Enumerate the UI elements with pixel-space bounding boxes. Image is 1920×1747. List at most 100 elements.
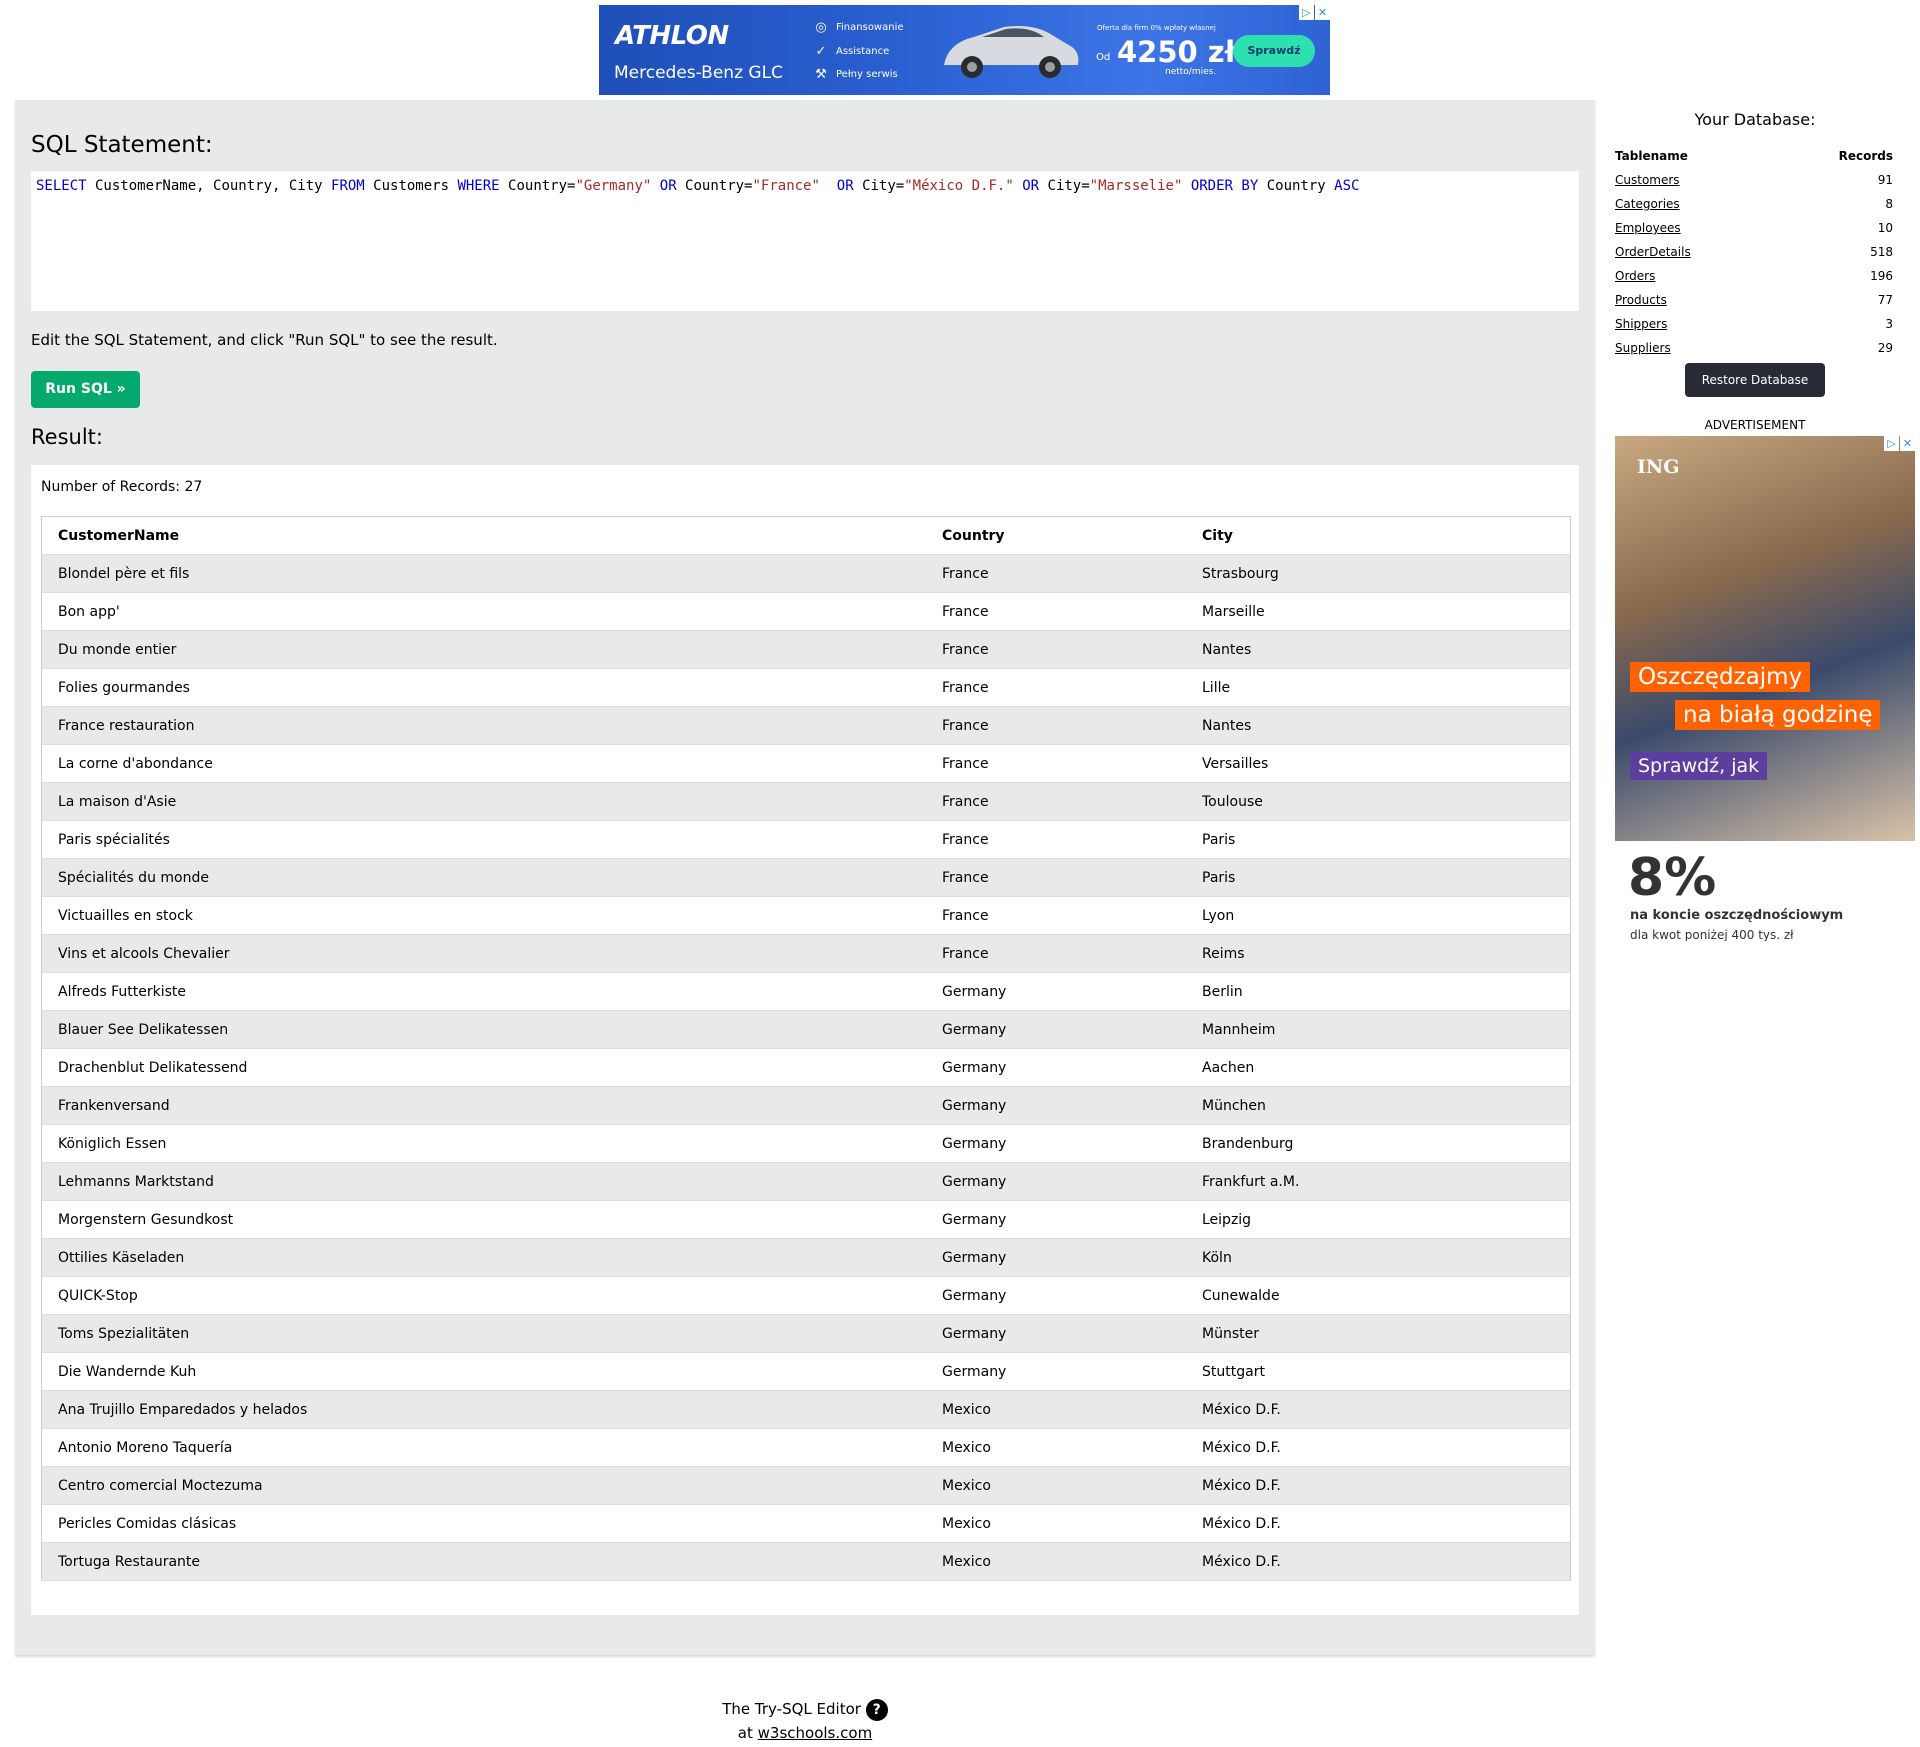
ad-feature: ◎ Finansowanie — [815, 20, 904, 35]
table-row: Ana Trujillo Emparedados y helados Mexico… — [41, 1390, 1571, 1429]
wrench-icon: ⚒ — [815, 67, 827, 82]
top-banner-ad[interactable]: ATHLON Mercedes-Benz GLC ◎ Finansowanie … — [599, 5, 1330, 95]
cell-city: München — [1186, 1086, 1571, 1125]
ad-rate-note: dla kwot poniżej 400 tys. zł — [1630, 928, 1794, 941]
database-table-row: Shippers 3 — [1614, 312, 1894, 336]
table-link-employees[interactable]: Employees — [1614, 216, 1776, 240]
ing-logo: ING — [1637, 456, 1680, 478]
tablename-header: Tablename — [1615, 149, 1688, 163]
cell-city: Lyon — [1186, 896, 1571, 935]
record-count-cell: 518 — [1870, 245, 1893, 259]
record-count-cell: 10 — [1877, 221, 1893, 235]
table-row: Victuailles en stock France Lyon — [41, 896, 1571, 935]
cell-country: Germany — [926, 1048, 1186, 1087]
cell-country: Germany — [926, 1086, 1186, 1125]
table-row: Bon app' France Marseille — [41, 592, 1571, 631]
footer-at: at — [737, 1724, 753, 1742]
cell-country: Germany — [926, 972, 1186, 1011]
table-row: Tortuga Restaurante Mexico México D.F. — [41, 1542, 1571, 1581]
database-table-row: Employees 10 — [1614, 216, 1894, 240]
table-link-customers[interactable]: Customers — [1614, 168, 1776, 192]
ad-rate-description: na koncie oszczędnościowym — [1630, 908, 1844, 923]
cell-city: Paris — [1186, 858, 1571, 897]
help-icon[interactable]: ? — [865, 1698, 888, 1721]
column-header-city: City — [1186, 516, 1571, 555]
cell-city: México D.F. — [1186, 1542, 1571, 1581]
ad-offer-note: Oferta dla firm 0% wpłaty własnej — [1097, 24, 1216, 32]
ad-info-icon[interactable]: ▷ — [1299, 5, 1314, 20]
sql-keyword-token: OR — [836, 178, 854, 194]
cell-customername: Centro comercial Moctezuma — [41, 1466, 926, 1505]
cell-customername: La maison d'Asie — [41, 782, 926, 821]
footer-editor-name: The Try-SQL Editor — [722, 1700, 861, 1718]
table-link-shippers[interactable]: Shippers — [1614, 312, 1776, 336]
cell-customername: Ottilies Käseladen — [41, 1238, 926, 1277]
table-link-orderdetails[interactable]: OrderDetails — [1614, 240, 1776, 264]
side-ad[interactable]: ING Oszczędzajmy na białą godzinę Sprawd… — [1615, 436, 1915, 941]
cell-country: Germany — [926, 1200, 1186, 1239]
table-link-categories[interactable]: Categories — [1614, 192, 1776, 216]
database-table-row: Categories 8 — [1614, 192, 1894, 216]
cell-customername: QUICK-Stop — [41, 1276, 926, 1315]
ad-choices[interactable]: ▷ ✕ — [1883, 436, 1915, 451]
ad-info-icon[interactable]: ▷ — [1884, 436, 1899, 451]
cell-customername: Pericles Comidas clásicas — [41, 1504, 926, 1543]
ad-choices[interactable]: ▷ ✕ — [1298, 5, 1330, 20]
record-count-cell: 29 — [1877, 341, 1893, 355]
table-link-orders[interactable]: Orders — [1614, 264, 1776, 288]
cell-country: Germany — [926, 1010, 1186, 1049]
table-row: Ottilies Käseladen Germany Köln — [41, 1238, 1571, 1277]
cell-country: Mexico — [926, 1390, 1186, 1429]
sql-keyword-token: FROM — [331, 178, 365, 194]
column-header-country: Country — [926, 516, 1186, 555]
cell-customername: Frankenversand — [41, 1086, 926, 1125]
cell-city: Lille — [1186, 668, 1571, 707]
cell-city: Mannheim — [1186, 1010, 1571, 1049]
table-row: Folies gourmandes France Lille — [41, 668, 1571, 707]
database-table-row: Products 77 — [1614, 288, 1894, 312]
restore-database-button[interactable]: Restore Database — [1685, 363, 1825, 397]
w3schools-link[interactable]: w3schools.com — [758, 1724, 873, 1742]
table-row: Drachenblut Delikatessend Germany Aachen — [41, 1048, 1571, 1087]
table-row: Morgenstern Gesundkost Germany Leipzig — [41, 1200, 1571, 1239]
sql-keyword-token: ASC — [1334, 178, 1360, 194]
cell-country: Germany — [926, 1162, 1186, 1201]
ad-cta-button[interactable]: Sprawdź — [1233, 35, 1315, 67]
table-row: Paris spécialités France Paris — [41, 820, 1571, 859]
cell-city: Leipzig — [1186, 1200, 1571, 1239]
table-link-products[interactable]: Products — [1614, 288, 1776, 312]
ad-headline-line1: Oszczędzajmy — [1630, 662, 1811, 692]
column-header-customername: CustomerName — [41, 516, 926, 555]
ad-feature: ⚒ Pełny serwis — [815, 67, 898, 82]
ad-price-prefix: Od — [1096, 52, 1111, 63]
cell-customername: Folies gourmandes — [41, 668, 926, 707]
cell-customername: Morgenstern Gesundkost — [41, 1200, 926, 1239]
database-table-row: Orders 196 — [1614, 264, 1894, 288]
cell-customername: Tortuga Restaurante — [41, 1542, 926, 1581]
cell-country: France — [926, 744, 1186, 783]
record-count-cell: 77 — [1877, 293, 1893, 307]
database-table-row: Customers 91 — [1614, 168, 1894, 192]
table-row: Centro comercial Moctezuma Mexico México D… — [41, 1466, 1571, 1505]
cell-customername: Die Wandernde Kuh — [41, 1352, 926, 1391]
cell-customername: Blondel père et fils — [41, 554, 926, 593]
ad-cta[interactable]: Sprawdź, jak — [1630, 752, 1768, 780]
cell-customername: Spécialités du monde — [41, 858, 926, 897]
cell-city: Versailles — [1186, 744, 1571, 783]
run-sql-button[interactable]: Run SQL » — [31, 371, 140, 408]
sql-keyword-token: OR — [1022, 178, 1040, 194]
sql-string-token: "France" — [752, 178, 820, 194]
cell-city: Reims — [1186, 934, 1571, 973]
cell-country: Mexico — [926, 1428, 1186, 1467]
table-row: Toms Spezialitäten Germany Münster — [41, 1314, 1571, 1353]
shield-icon: ◎ — [815, 20, 827, 35]
ad-close-icon[interactable]: ✕ — [1900, 436, 1915, 451]
table-link-suppliers[interactable]: Suppliers — [1614, 336, 1776, 360]
cell-city: Köln — [1186, 1238, 1571, 1277]
ad-close-icon[interactable]: ✕ — [1315, 5, 1330, 20]
sql-editor[interactable]: SELECT CustomerName, Country, City FROM … — [31, 171, 1579, 311]
sql-keyword-token: ORDER — [1190, 178, 1233, 194]
record-count-cell: 3 — [1885, 317, 1893, 331]
cell-city: Stuttgart — [1186, 1352, 1571, 1391]
cell-city: México D.F. — [1186, 1390, 1571, 1429]
